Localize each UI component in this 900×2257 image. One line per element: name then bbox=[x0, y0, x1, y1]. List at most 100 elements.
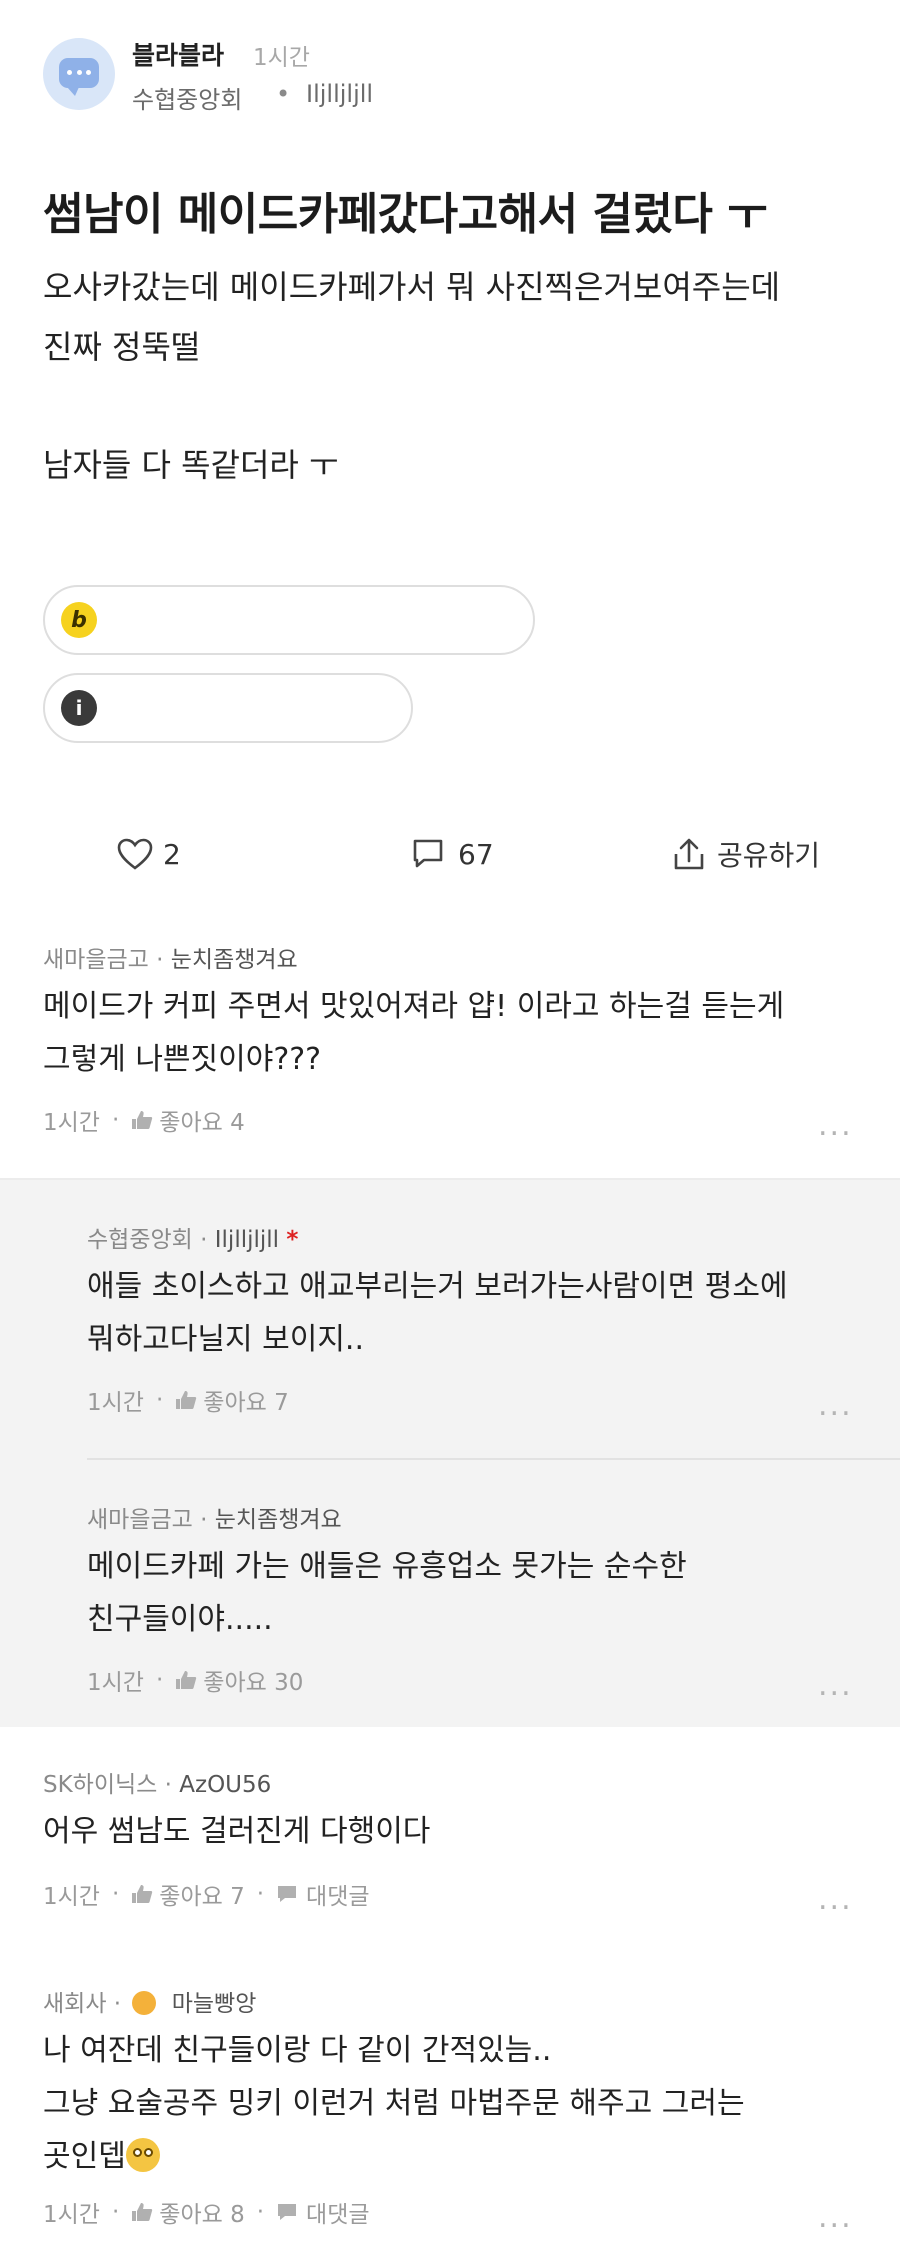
more-icon[interactable]: ... bbox=[818, 1388, 853, 1423]
reply-button[interactable]: 대댓글 bbox=[276, 1877, 370, 1911]
meta-dot: · bbox=[256, 2199, 265, 2225]
post-body-line: 진짜 정뚝떨 bbox=[43, 328, 201, 366]
meta-dot: · bbox=[155, 1387, 164, 1413]
comment-time: 1시간 bbox=[43, 2202, 100, 2228]
meta-dot: · bbox=[256, 1881, 265, 1907]
comment-like-count: 좋아요 4 bbox=[159, 1110, 245, 1136]
post-title: 썸남이 메이드카페갔다고해서 걸렀다 ㅜ bbox=[43, 189, 768, 240]
meta-dot: · bbox=[155, 1667, 164, 1693]
comment-icon bbox=[413, 839, 443, 868]
comment-company: 새마을금고 bbox=[43, 947, 149, 973]
comment-button[interactable]: 67 bbox=[412, 832, 494, 876]
reply-like-button[interactable]: 좋아요 30 bbox=[175, 1663, 303, 1697]
comment-company: 새회사 bbox=[43, 1991, 107, 2017]
reply-company: 수협중앙회 bbox=[87, 1227, 193, 1253]
reply-time: 1시간 bbox=[87, 1670, 144, 1696]
reply-nickname: 눈치좀챙겨요 bbox=[214, 1507, 342, 1533]
reply-bubble-icon bbox=[278, 1886, 297, 1902]
more-icon[interactable]: ... bbox=[818, 2200, 853, 2235]
comment-line: 메이드가 커피 주면서 맛있어져라 얍! 이라고 하는걸 듣는게 bbox=[43, 989, 785, 1024]
coin-badge-icon bbox=[132, 1991, 157, 2015]
reply-like-count: 좋아요 7 bbox=[203, 1390, 289, 1416]
comment-line: 그렇게 나쁜짓이야??? bbox=[43, 1042, 322, 1077]
comment-count: 67 bbox=[458, 837, 494, 871]
comment-text: 나 여잔데 친구들이랑 다 같이 간적있늠.. 그냥 요술공주 밍키 이런거 처… bbox=[43, 2024, 745, 2183]
meta-dot: · bbox=[111, 2199, 120, 2225]
comment-nickname: 눈치좀챙겨요 bbox=[170, 947, 298, 973]
comment-meta: 새회사 · 마늘빵앙 bbox=[43, 1984, 256, 2018]
meta-dot: · bbox=[200, 1507, 208, 1533]
heart-icon bbox=[117, 838, 153, 870]
thumb-up-icon bbox=[176, 1391, 197, 1409]
reply-text: 애들 초이스하고 애교부리는거 보러가는사람이면 평소에 뭐하고다닐지 보이지.… bbox=[87, 1260, 788, 1366]
thumb-up-icon bbox=[176, 1671, 197, 1689]
comment-time: 1시간 bbox=[43, 1884, 100, 1910]
reply-like-count: 좋아요 30 bbox=[203, 1670, 304, 1696]
meta-dot: · bbox=[156, 947, 164, 973]
meta-dot: · bbox=[200, 1227, 208, 1253]
flushed-face-emoji-icon bbox=[125, 2138, 160, 2172]
reply-like-button[interactable]: 좋아요 7 bbox=[175, 1383, 289, 1417]
like-button[interactable]: 2 bbox=[117, 832, 181, 876]
thumb-up-icon bbox=[132, 2203, 153, 2221]
post-time: 1시간 bbox=[253, 45, 310, 71]
comment-meta: SK하이닉스 · AzOU56 bbox=[43, 1765, 271, 1799]
meta-dot: · bbox=[111, 1881, 120, 1907]
post-body-line: 남자들 다 똑같더라 ㅜ bbox=[43, 446, 339, 484]
reply-nickname: Iljlljljll bbox=[214, 1227, 280, 1253]
comment-meta: 새마을금고 · 눈치좀챙겨요 bbox=[43, 940, 298, 974]
meta-dot: · bbox=[164, 1772, 172, 1798]
link-pill-b[interactable]: b bbox=[43, 585, 535, 655]
reply-line: 메이드카페 가는 애들은 유흥업소 못가는 순수한 bbox=[87, 1549, 687, 1584]
comment-line: 어우 썸남도 걸러진게 다행이다 bbox=[43, 1814, 431, 1849]
reply-footer: 1시간 · 좋아요 30 bbox=[87, 1663, 303, 1697]
comment-like-button[interactable]: 좋아요 7 bbox=[131, 1877, 245, 1911]
comment-like-count: 좋아요 8 bbox=[159, 2202, 245, 2228]
comment-time: 1시간 bbox=[43, 1110, 100, 1136]
comment-line: 나 여잔데 친구들이랑 다 같이 간적있늠.. bbox=[43, 2033, 552, 2068]
more-icon[interactable]: ... bbox=[818, 1882, 853, 1917]
reply-company: 새마을금고 bbox=[87, 1507, 193, 1533]
reply-divider bbox=[87, 1458, 900, 1460]
reply-label: 대댓글 bbox=[306, 2202, 370, 2228]
comment-text: 메이드가 커피 주면서 맛있어져라 얍! 이라고 하는걸 듣는게 그렇게 나쁜짓… bbox=[43, 980, 784, 1086]
post-body-line: 오사카갔는데 메이드카페가서 뭐 사진찍은거보여주는데 bbox=[43, 268, 781, 306]
share-button[interactable]: 공유하기 bbox=[673, 832, 820, 876]
reply-meta: 수협중앙회 · Iljlljljll * bbox=[87, 1220, 298, 1254]
reply-bubble-icon bbox=[278, 2204, 297, 2220]
board-name[interactable]: 블라블라 bbox=[132, 36, 224, 72]
like-count: 2 bbox=[163, 837, 181, 871]
comment-text: 어우 썸남도 걸러진게 다행이다 bbox=[43, 1805, 430, 1858]
more-icon[interactable]: ... bbox=[818, 1668, 853, 1703]
more-icon[interactable]: ... bbox=[818, 1108, 853, 1143]
reply-footer: 1시간 · 좋아요 7 bbox=[87, 1383, 289, 1417]
meta-separator: • bbox=[276, 80, 291, 108]
comment-like-count: 좋아요 7 bbox=[159, 1884, 245, 1910]
comment-like-button[interactable]: 좋아요 8 bbox=[131, 2195, 245, 2229]
meta-dot: · bbox=[113, 1991, 122, 2017]
info-icon: i bbox=[61, 690, 97, 726]
share-icon bbox=[674, 838, 704, 870]
reply-label: 대댓글 bbox=[306, 1884, 370, 1910]
comment-line: 그냥 요술공주 밍키 이런거 처럼 마법주문 해주고 그러는 bbox=[43, 2086, 745, 2121]
thumb-up-icon bbox=[132, 1885, 153, 1903]
reply-line: 애들 초이스하고 애교부리는거 보러가는사람이면 평소에 bbox=[87, 1269, 788, 1304]
reply-time: 1시간 bbox=[87, 1390, 144, 1416]
comment-nickname: AzOU56 bbox=[179, 1772, 272, 1798]
reply-line: 뭐하고다닐지 보이지.. bbox=[87, 1322, 365, 1357]
b-badge-icon: b bbox=[61, 602, 97, 638]
reply-meta: 새마을금고 · 눈치좀챙겨요 bbox=[87, 1500, 342, 1534]
comment-nickname: 마늘빵앙 bbox=[171, 1991, 257, 2017]
link-pill-info[interactable]: i bbox=[43, 673, 413, 743]
thumb-up-icon bbox=[132, 1111, 153, 1129]
author-company: 수협중앙회 bbox=[132, 86, 243, 114]
comment-footer: 1시간 · 좋아요 8 · 대댓글 bbox=[43, 2195, 370, 2229]
comment-like-button[interactable]: 좋아요 4 bbox=[131, 1103, 245, 1137]
share-label: 공유하기 bbox=[717, 839, 821, 872]
meta-dot: · bbox=[111, 1107, 120, 1133]
comment-footer: 1시간 · 좋아요 7 · 대댓글 bbox=[43, 1877, 370, 1911]
author-nickname: Iljlljljll bbox=[306, 80, 374, 108]
comment-footer: 1시간 · 좋아요 4 bbox=[43, 1103, 245, 1137]
reply-text: 메이드카페 가는 애들은 유흥업소 못가는 순수한 친구들이야..... bbox=[87, 1540, 687, 1646]
reply-button[interactable]: 대댓글 bbox=[276, 2195, 370, 2229]
